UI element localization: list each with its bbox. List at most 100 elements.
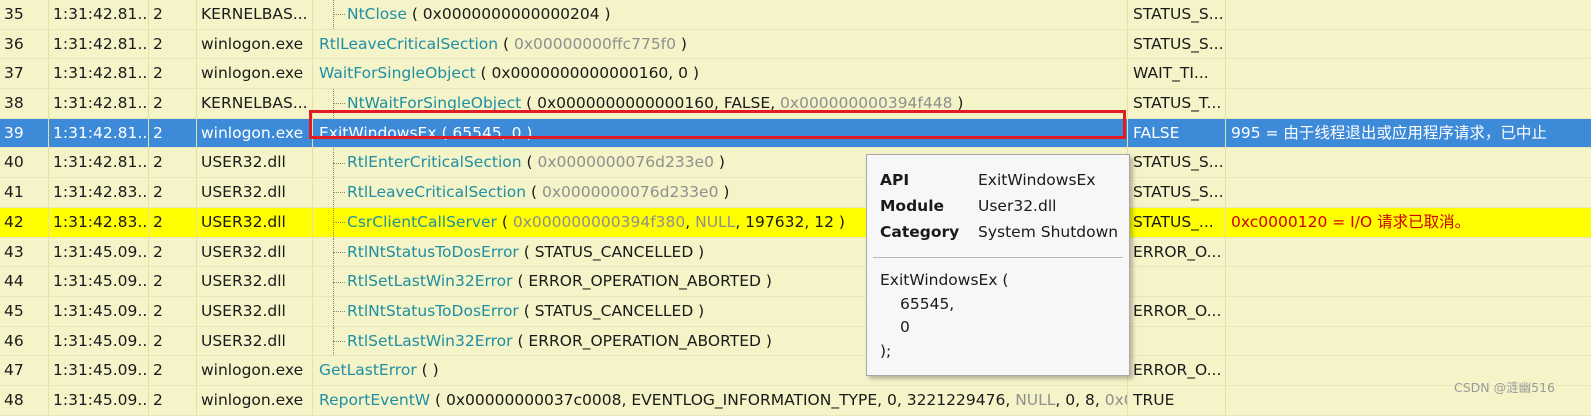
api-argument: NULL: [695, 212, 736, 231]
api-argument: , 0, 8,: [1055, 390, 1105, 409]
api-function-name[interactable]: RtlNtStatusToDosError: [347, 243, 519, 261]
row-thread: 2: [153, 301, 163, 320]
row-module: USER32.dll: [201, 212, 286, 231]
tooltip-module-key: Module: [880, 197, 945, 215]
api-argument: 0x00000000ffc775f0: [513, 34, 676, 53]
api-argument: ( ERROR_OPERATION_ABORTED ): [512, 331, 772, 350]
row-module: USER32.dll: [201, 242, 286, 261]
row-number: 45: [4, 301, 24, 320]
row-module: winlogon.exe: [201, 64, 304, 83]
api-argument: 0x000...: [1104, 390, 1127, 409]
row-error: [1231, 148, 1591, 177]
row-thread: 2: [153, 34, 163, 53]
row-thread: 2: [153, 183, 163, 202]
tree-connector: [333, 237, 347, 267]
table-row[interactable]: 40 1:31:42.81... 2 USER32.dll RtlEnterCritic…: [0, 148, 1591, 179]
row-api-call: WaitForSingleObject ( 0x0000000000000160…: [319, 59, 1127, 88]
row-error: [1231, 267, 1591, 296]
table-row[interactable]: 41 1:31:42.83... 2 USER32.dll RtlLeaveCritic…: [0, 178, 1591, 208]
row-time: 1:31:45.09...: [53, 331, 148, 350]
table-row[interactable]: 39 1:31:42.81... 2 winlogon.exe ExitWindowsE…: [0, 118, 1591, 149]
row-number: 46: [4, 331, 24, 350]
api-argument: ( 65545, 0 ): [436, 123, 533, 142]
row-thread: 2: [153, 123, 163, 142]
watermark: CSDN @涟幽516: [1454, 380, 1555, 395]
row-error: [1231, 0, 1591, 29]
api-function-name[interactable]: RtlLeaveCriticalSection: [319, 35, 498, 53]
tooltip-module-row: Module User32.dll: [880, 193, 1118, 219]
row-module: USER32.dll: [201, 272, 286, 291]
api-call-list[interactable]: 35 1:31:42.81... 2 KERNELBAS... NtClose ( 0x…: [0, 0, 1591, 416]
row-number: 35: [4, 5, 24, 23]
row-thread: 2: [153, 153, 163, 172]
table-row[interactable]: 48 1:31:45.09... 2 winlogon.exe ReportEventW…: [0, 386, 1591, 416]
signature-arg: 65545,: [900, 294, 955, 313]
api-function-name[interactable]: NtClose: [347, 5, 407, 23]
signature-line: ExitWindowsEx (: [880, 271, 1009, 289]
row-time: 1:31:45.09...: [53, 361, 148, 380]
row-module: winlogon.exe: [201, 390, 304, 409]
api-function-name[interactable]: NtWaitForSingleObject: [347, 94, 521, 112]
api-function-name[interactable]: RtlSetLastWin32Error: [347, 332, 513, 350]
row-time: 1:31:45.09...: [53, 301, 148, 320]
table-row[interactable]: 36 1:31:42.81... 2 winlogon.exe RtlLeaveCrit…: [0, 30, 1591, 60]
row-return-value: STATUS_S...: [1133, 34, 1224, 53]
table-row[interactable]: 43 1:31:45.09... 2 USER32.dll RtlNtStatusToD…: [0, 237, 1591, 268]
table-row[interactable]: 44 1:31:45.09... 2 USER32.dll RtlSetLastWin3…: [0, 267, 1591, 297]
api-function-name[interactable]: RtlLeaveCriticalSection: [347, 183, 526, 201]
api-function-name[interactable]: RtlEnterCriticalSection: [347, 153, 522, 171]
tree-connector: [333, 89, 347, 118]
table-row[interactable]: 35 1:31:42.81... 2 KERNELBAS... NtClose ( 0x…: [0, 0, 1591, 30]
tooltip-divider: [873, 257, 1123, 258]
api-argument: , 197632, 12 ): [735, 212, 845, 231]
row-return-value: STATUS_...: [1133, 212, 1214, 231]
row-return-value: STATUS_S...: [1133, 183, 1224, 202]
api-argument: ): [952, 94, 964, 113]
api-function-name[interactable]: RtlNtStatusToDosError: [347, 302, 519, 320]
row-error: 0xc0000120 = I/O 请求已取消。: [1231, 212, 1471, 231]
api-argument: ( 0x0000000000000204 ): [406, 5, 611, 23]
row-number: 37: [4, 64, 24, 83]
row-api-call: ReportEventW ( 0x00000000037c0008, EVENT…: [319, 386, 1127, 415]
api-function-name[interactable]: ReportEventW: [319, 391, 430, 409]
column-separator: [312, 0, 313, 416]
table-row[interactable]: 47 1:31:45.09... 2 winlogon.exe GetLastError…: [0, 356, 1591, 386]
row-thread: 2: [153, 272, 163, 291]
row-thread: 2: [153, 331, 163, 350]
row-api-call: NtClose ( 0x0000000000000204 ): [319, 0, 1127, 29]
row-module: USER32.dll: [201, 301, 286, 320]
api-function-name[interactable]: GetLastError: [319, 361, 417, 379]
api-function-name[interactable]: RtlSetLastWin32Error: [347, 272, 513, 290]
tooltip-module-value: User32.dll: [978, 197, 1057, 215]
api-function-name[interactable]: ExitWindowsEx: [319, 124, 437, 142]
api-tooltip: API ExitWindowsEx Module User32.dll Catego…: [866, 154, 1130, 376]
tree-connector: [333, 326, 347, 356]
row-time: 1:31:42.81...: [53, 5, 148, 23]
tree-connector: [333, 0, 347, 29]
row-number: 44: [4, 272, 24, 291]
row-number: 41: [4, 183, 24, 202]
table-row[interactable]: 45 1:31:45.09... 2 USER32.dll RtlNtStatusToD…: [0, 296, 1591, 327]
row-module: USER32.dll: [201, 153, 286, 172]
table-row[interactable]: 46 1:31:45.09... 2 USER32.dll RtlSetLastWin3…: [0, 326, 1591, 357]
tree-connector: [333, 207, 347, 237]
row-number: 48: [4, 390, 24, 409]
column-separator: [148, 0, 149, 416]
tooltip-category-row: Category System Shutdown: [880, 219, 1118, 245]
table-row[interactable]: 37 1:31:42.81... 2 winlogon.exe WaitForSingl…: [0, 59, 1591, 90]
api-function-name[interactable]: WaitForSingleObject: [319, 64, 476, 82]
tree-connector: [333, 148, 347, 178]
api-function-name[interactable]: CsrClientCallServer: [347, 213, 497, 231]
table-row[interactable]: 42 1:31:42.83... 2 USER32.dll CsrClientCallS…: [0, 207, 1591, 238]
row-thread: 2: [153, 390, 163, 409]
table-row[interactable]: 38 1:31:42.81... 2 KERNELBAS... NtWaitForSin…: [0, 89, 1591, 119]
row-error: [1231, 297, 1591, 326]
row-time: 1:31:45.09...: [53, 242, 148, 261]
row-module: KERNELBAS...: [201, 94, 308, 113]
row-return-value: [1133, 327, 1225, 356]
row-module: KERNELBAS...: [201, 5, 308, 23]
row-module: USER32.dll: [201, 183, 286, 202]
api-argument: ( ERROR_OPERATION_ABORTED ): [512, 272, 772, 291]
column-separator: [1225, 0, 1226, 416]
api-argument: (: [496, 212, 513, 231]
